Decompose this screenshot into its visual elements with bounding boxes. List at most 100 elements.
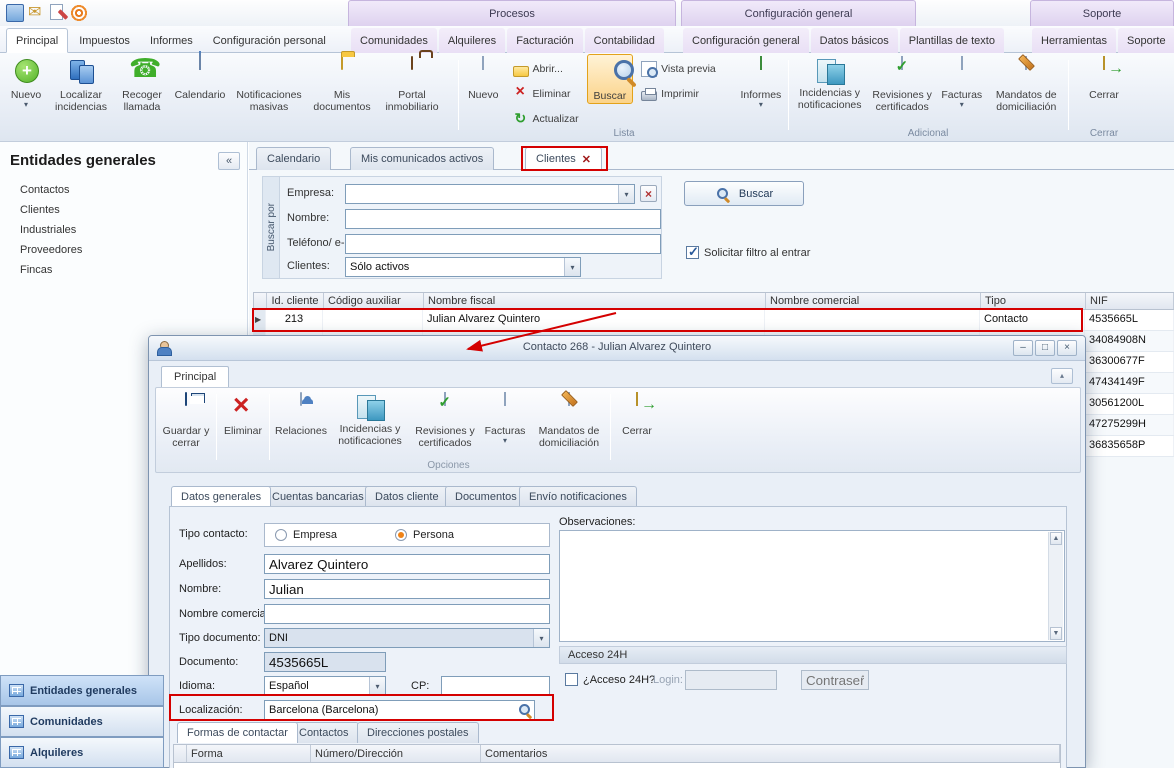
recoger-llamada-button[interactable]: Recoger llamada: [114, 54, 170, 114]
collapse-ribbon-icon[interactable]: [1051, 368, 1073, 384]
tab-facturacion[interactable]: Facturación: [507, 28, 582, 53]
col-forma[interactable]: Forma: [187, 745, 311, 762]
mail-icon[interactable]: [28, 4, 46, 22]
persona-radio[interactable]: [395, 529, 407, 541]
mis-documentos-button[interactable]: Mis documentos: [310, 54, 374, 114]
guardar-cerrar-button[interactable]: Guardar y cerrar: [158, 390, 214, 450]
nombre-input[interactable]: [345, 209, 661, 229]
tab-soporte[interactable]: Soporte: [1118, 28, 1174, 53]
broadcast-icon[interactable]: [70, 4, 88, 22]
calendario-button[interactable]: Calendario: [172, 54, 228, 102]
tab-contabilidad[interactable]: Contabilidad: [585, 28, 664, 53]
telefono-email-input[interactable]: [345, 234, 661, 254]
buscar-button[interactable]: Buscar: [587, 54, 633, 104]
compose-icon[interactable]: [50, 4, 63, 20]
chevron-down-icon[interactable]: [618, 185, 634, 203]
bottom-tab-direcciones-postales[interactable]: Direcciones postales: [357, 722, 479, 743]
tab-herramientas[interactable]: Herramientas: [1032, 28, 1116, 53]
search-icon[interactable]: [517, 702, 533, 718]
mandatos-domiciliacion-button[interactable]: Mandatos de domiciliación: [989, 54, 1064, 114]
form-tab-datos-cliente[interactable]: Datos cliente: [365, 486, 449, 506]
dialog-facturas-button[interactable]: Facturas▾: [480, 390, 530, 446]
app-grid-icon[interactable]: [6, 4, 24, 22]
tipo-documento-select[interactable]: DNI: [264, 628, 550, 648]
solicitar-filtro-checkbox[interactable]: [686, 246, 699, 259]
acceso-24h-checkbox[interactable]: [565, 673, 578, 686]
form-tab-documentos[interactable]: Documentos: [445, 486, 527, 506]
doc-tab-clientes[interactable]: Clientes✕: [525, 147, 602, 170]
form-tab-datos-generales[interactable]: Datos generales: [171, 486, 271, 506]
dialog-mandatos-button[interactable]: Mandatos de domiciliación: [530, 390, 608, 450]
portal-inmobiliario-button[interactable]: Portal inmobiliario: [376, 54, 448, 114]
table-row[interactable]: 213 Julian Alvarez Quintero Contacto 453…: [253, 310, 1174, 331]
nombre-input[interactable]: [264, 579, 550, 599]
sidebar-item-clientes[interactable]: Clientes: [20, 204, 60, 216]
vista-previa-button[interactable]: Vista previa: [637, 58, 720, 80]
lista-nuevo-button[interactable]: Nuevo: [462, 54, 505, 102]
clientes-select[interactable]: Sólo activos: [345, 257, 581, 277]
tab-datos-basicos[interactable]: Datos básicos: [811, 28, 898, 53]
sidebar-collapse-button[interactable]: «: [218, 152, 240, 170]
empresa-combo[interactable]: [345, 184, 635, 204]
buscar-search-button[interactable]: Buscar: [684, 181, 804, 206]
notificaciones-masivas-button[interactable]: Notificaciones masivas: [230, 54, 308, 114]
dialog-eliminar-button[interactable]: Eliminar: [219, 390, 267, 438]
tab-informes[interactable]: Informes: [141, 28, 202, 53]
revisiones-certificados-button[interactable]: Revisiones y certificados: [869, 54, 935, 114]
observaciones-textarea[interactable]: ▲ ▼: [559, 530, 1065, 642]
tab-plantillas-texto[interactable]: Plantillas de texto: [900, 28, 1004, 53]
scrollbar[interactable]: ▲ ▼: [1048, 532, 1063, 640]
nombre-comercial-input[interactable]: [264, 604, 550, 624]
eliminar-button[interactable]: Eliminar: [509, 83, 583, 105]
tab-impuestos[interactable]: Impuestos: [70, 28, 139, 53]
sidebar-item-industriales[interactable]: Industriales: [20, 224, 76, 236]
col-nif[interactable]: NIF: [1086, 293, 1174, 309]
close-button[interactable]: ×: [1057, 340, 1077, 356]
form-tab-cuentas-bancarias[interactable]: Cuentas bancarias: [262, 486, 374, 506]
idioma-select[interactable]: Español: [264, 676, 386, 696]
contrasena-input[interactable]: [801, 670, 869, 690]
close-tab-icon[interactable]: ✕: [582, 153, 591, 166]
scroll-down-icon[interactable]: ▼: [1050, 627, 1062, 640]
doc-tab-mis-comunicados[interactable]: Mis comunicados activos: [350, 147, 494, 170]
bottom-tab-formas-contactar[interactable]: Formas de contactar: [177, 722, 298, 743]
chevron-down-icon[interactable]: [564, 258, 580, 276]
col-nombre-fiscal[interactable]: Nombre fiscal: [424, 293, 766, 309]
tab-principal[interactable]: Principal: [6, 28, 68, 53]
cp-input[interactable]: [441, 676, 550, 696]
documento-input[interactable]: [264, 652, 386, 672]
abrir-button[interactable]: Abrir...: [509, 58, 583, 80]
col-codigo-auxiliar[interactable]: Código auxiliar: [324, 293, 424, 309]
facturas-button[interactable]: Facturas▾: [937, 54, 987, 110]
dialog-incidencias-button[interactable]: Incidencias y notificaciones: [330, 390, 410, 448]
table-header[interactable]: Id. cliente Código auxiliar Nombre fisca…: [253, 292, 1174, 310]
col-comentarios[interactable]: Comentarios: [481, 745, 1060, 762]
empresa-radio[interactable]: [275, 529, 287, 541]
nav-entidades-generales[interactable]: Entidades generales: [0, 675, 164, 706]
localizar-incidencias-button[interactable]: Localizar incidencias: [50, 54, 112, 114]
maximize-button[interactable]: □: [1035, 340, 1055, 356]
chevron-down-icon[interactable]: [533, 629, 549, 647]
form-tab-envio-notificaciones[interactable]: Envío notificaciones: [519, 486, 637, 506]
tab-configuracion-personal[interactable]: Configuración personal: [204, 28, 335, 53]
relaciones-button[interactable]: Relaciones: [272, 390, 330, 438]
sidebar-item-fincas[interactable]: Fincas: [20, 264, 52, 276]
apellidos-input[interactable]: [264, 554, 550, 574]
bottom-tab-contactos[interactable]: Contactos: [289, 722, 359, 743]
nav-comunidades[interactable]: Comunidades: [0, 706, 164, 737]
nuevo-button[interactable]: Nuevo▾: [4, 54, 48, 110]
localizacion-input[interactable]: Barcelona (Barcelona): [264, 700, 535, 720]
col-tipo[interactable]: Tipo: [981, 293, 1086, 309]
col-numero-direccion[interactable]: Número/Dirección: [311, 745, 481, 762]
nav-alquileres[interactable]: Alquileres: [0, 737, 164, 768]
dialog-cerrar-button[interactable]: Cerrar: [613, 390, 661, 438]
informes-button[interactable]: Informes▾: [736, 54, 786, 110]
tab-configuracion-general[interactable]: Configuración general: [683, 28, 809, 53]
sidebar-item-proveedores[interactable]: Proveedores: [20, 244, 82, 256]
tab-alquileres[interactable]: Alquileres: [439, 28, 505, 53]
actualizar-button[interactable]: Actualizar: [509, 108, 583, 130]
bottom-table-header[interactable]: Forma Número/Dirección Comentarios: [173, 744, 1061, 763]
doc-tab-calendario[interactable]: Calendario: [256, 147, 331, 170]
col-nombre-comercial[interactable]: Nombre comercial: [766, 293, 981, 309]
minimize-button[interactable]: –: [1013, 340, 1033, 356]
